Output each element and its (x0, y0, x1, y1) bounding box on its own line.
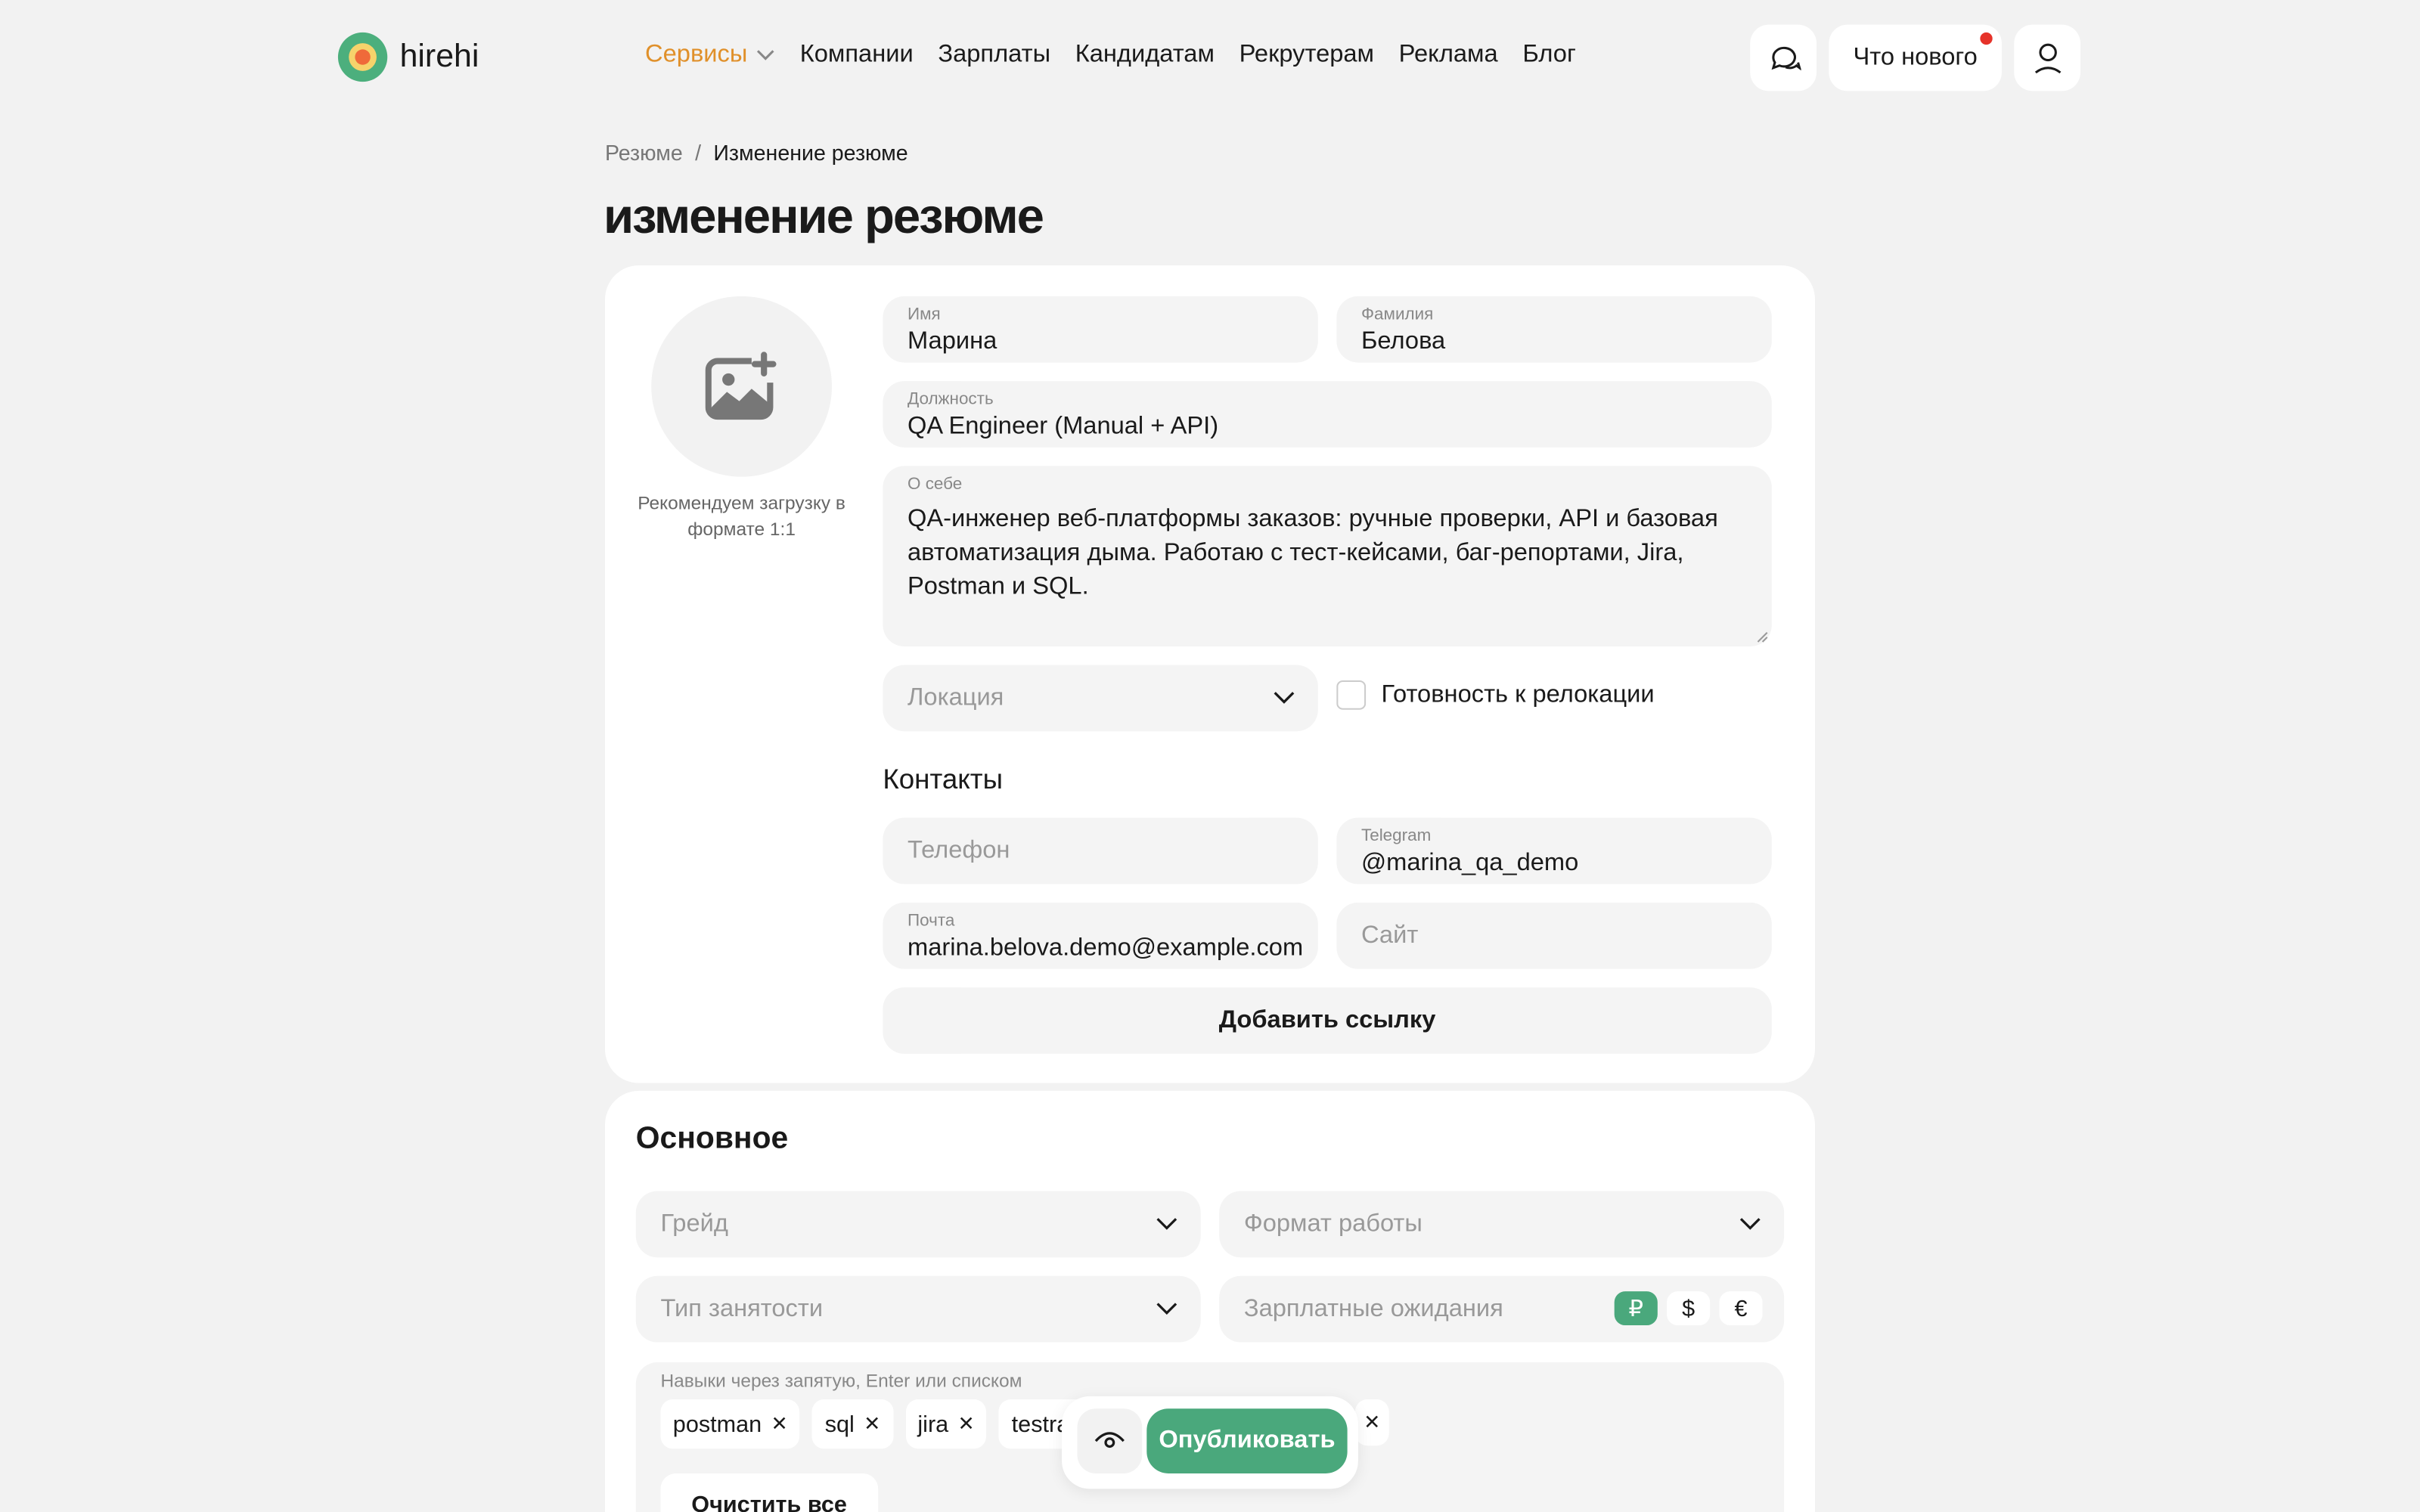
add-image-icon (704, 351, 776, 420)
whats-new-button[interactable]: Что нового (1829, 24, 2002, 91)
grade-placeholder: Грейд (660, 1211, 728, 1238)
last-name-label: Фамилия (1360, 305, 1434, 324)
currency-switch: ₽ $ € (1614, 1291, 1763, 1326)
logo-icon (337, 32, 388, 82)
floating-action-bar: Опубликовать (1062, 1396, 1358, 1489)
nav-item-candidates[interactable]: Кандидатам (1075, 42, 1215, 70)
profile-button[interactable] (2014, 24, 2080, 91)
first-name-value: Марина (907, 328, 997, 355)
remove-icon[interactable]: ✕ (771, 1411, 787, 1436)
work-format-select[interactable]: Формат работы (1219, 1191, 1785, 1258)
site-field[interactable]: Сайт (1336, 902, 1772, 969)
nav-item-recruiters[interactable]: Рекрутерам (1239, 42, 1374, 70)
breadcrumb-separator: / (695, 140, 702, 166)
user-icon (2034, 42, 2061, 73)
remove-icon[interactable]: ✕ (864, 1411, 880, 1436)
last-name-field[interactable]: Фамилия Белова (1336, 296, 1772, 363)
contacts-heading: Контакты (883, 764, 1004, 795)
resize-handle-icon[interactable] (1756, 631, 1768, 643)
employment-placeholder: Тип занятости (660, 1296, 824, 1322)
nav-item-ads[interactable]: Реклама (1399, 42, 1498, 70)
employment-type-select[interactable]: Тип занятости (635, 1275, 1201, 1343)
eye-icon (1094, 1432, 1125, 1448)
remove-icon[interactable]: ✕ (957, 1411, 974, 1436)
preview-button[interactable] (1077, 1408, 1143, 1473)
logo-text: hirehi (399, 39, 479, 74)
telegram-field[interactable]: Telegram @marina_qa_demo (1336, 817, 1772, 885)
about-label: О себе (907, 475, 963, 494)
nav-item-companies[interactable]: Компании (800, 42, 914, 70)
skills-label: Навыки через запятую, Enter или списком (660, 1370, 1022, 1392)
salary-field[interactable]: Зарплатные ожидания ₽ $ € (1219, 1275, 1785, 1343)
avatar-upload[interactable] (651, 296, 832, 477)
clear-all-button[interactable]: Очистить все (660, 1473, 878, 1512)
skill-tag-label: jira (917, 1411, 949, 1438)
chevron-down-icon (1156, 1218, 1177, 1230)
telegram-value: @marina_qa_demo (1360, 850, 1579, 877)
last-name-value: Белова (1360, 328, 1446, 355)
skill-tag-label: postman (672, 1411, 762, 1438)
skill-tags: postman✕ sql✕ jira✕ testrail✕ (660, 1399, 1118, 1449)
phone-field[interactable]: Телефон (883, 817, 1318, 885)
location-placeholder: Локация (907, 685, 1004, 711)
chevron-down-icon (1274, 692, 1295, 704)
email-field[interactable]: Почта marina.belova.demo@example.com (883, 902, 1318, 969)
position-field[interactable]: Должность QA Engineer (Manual + API) (883, 381, 1772, 448)
nav-item-blog[interactable]: Блог (1522, 42, 1576, 70)
site-placeholder: Сайт (1360, 922, 1419, 950)
first-name-field[interactable]: Имя Марина (883, 296, 1318, 363)
salary-placeholder: Зарплатные ожидания (1243, 1296, 1503, 1322)
whats-new-label: Что нового (1853, 44, 1978, 70)
avatar-hint: Рекомендуем загрузку в формате 1:1 (638, 492, 845, 541)
relocation-label: Готовность к релокации (1381, 681, 1655, 708)
chevron-down-icon (1156, 1303, 1177, 1315)
relocation-checkbox-row[interactable]: Готовность к релокации (1336, 680, 1655, 710)
first-name-label: Имя (907, 305, 941, 324)
work-format-placeholder: Формат работы (1243, 1211, 1423, 1238)
chevron-down-icon (757, 50, 775, 60)
chevron-down-icon (1739, 1218, 1761, 1230)
nav-item-salaries[interactable]: Зарплаты (938, 42, 1050, 70)
about-value: QA-инженер веб-платформы заказов: ручные… (907, 506, 1718, 600)
currency-usd-button[interactable]: $ (1667, 1291, 1711, 1326)
position-value: QA Engineer (Manual + API) (907, 413, 1219, 440)
main-section-title: Основное (635, 1121, 789, 1156)
about-textarea[interactable]: О себе QA-инженер веб-платформы заказов:… (883, 466, 1772, 647)
main-nav: Сервисы Компании Зарплаты Кандидатам Рек… (645, 42, 1600, 70)
relocation-checkbox[interactable] (1336, 680, 1367, 710)
email-label: Почта (907, 912, 955, 931)
telegram-label: Telegram (1360, 826, 1432, 846)
skill-tag: sql ✕ (812, 1399, 893, 1449)
chat-button[interactable] (1750, 24, 1817, 91)
position-label: Должность (907, 390, 994, 409)
publish-button[interactable]: Опубликовать (1146, 1408, 1348, 1473)
logo[interactable]: hirehi (337, 32, 479, 82)
breadcrumb-current: Изменение резюме (713, 140, 908, 166)
notification-dot (1980, 32, 1993, 45)
skill-tag: jira ✕ (905, 1399, 988, 1449)
currency-rub-button[interactable]: ₽ (1614, 1291, 1658, 1326)
breadcrumb: Резюме / Изменение резюме (605, 141, 908, 166)
location-select[interactable]: Локация (883, 665, 1318, 732)
skill-tag: postman ✕ (660, 1399, 801, 1449)
email-value: marina.belova.demo@example.com (907, 934, 1303, 962)
remove-icon[interactable]: ✕ (1354, 1399, 1389, 1446)
profile-card: Рекомендуем загрузку в формате 1:1 Имя М… (604, 265, 1815, 1083)
chat-icon (1770, 45, 1801, 70)
grade-select[interactable]: Грейд (635, 1191, 1201, 1258)
skill-tag-label: sql (824, 1411, 855, 1438)
currency-eur-button[interactable]: € (1719, 1291, 1763, 1326)
phone-placeholder: Телефон (907, 838, 1010, 864)
breadcrumb-resume-link[interactable]: Резюме (605, 141, 683, 166)
page-title: изменение резюме (603, 187, 1044, 244)
nav-item-label: Сервисы (645, 42, 748, 68)
add-link-button[interactable]: Добавить ссылку (883, 987, 1772, 1054)
nav-item-services[interactable]: Сервисы (645, 42, 775, 70)
